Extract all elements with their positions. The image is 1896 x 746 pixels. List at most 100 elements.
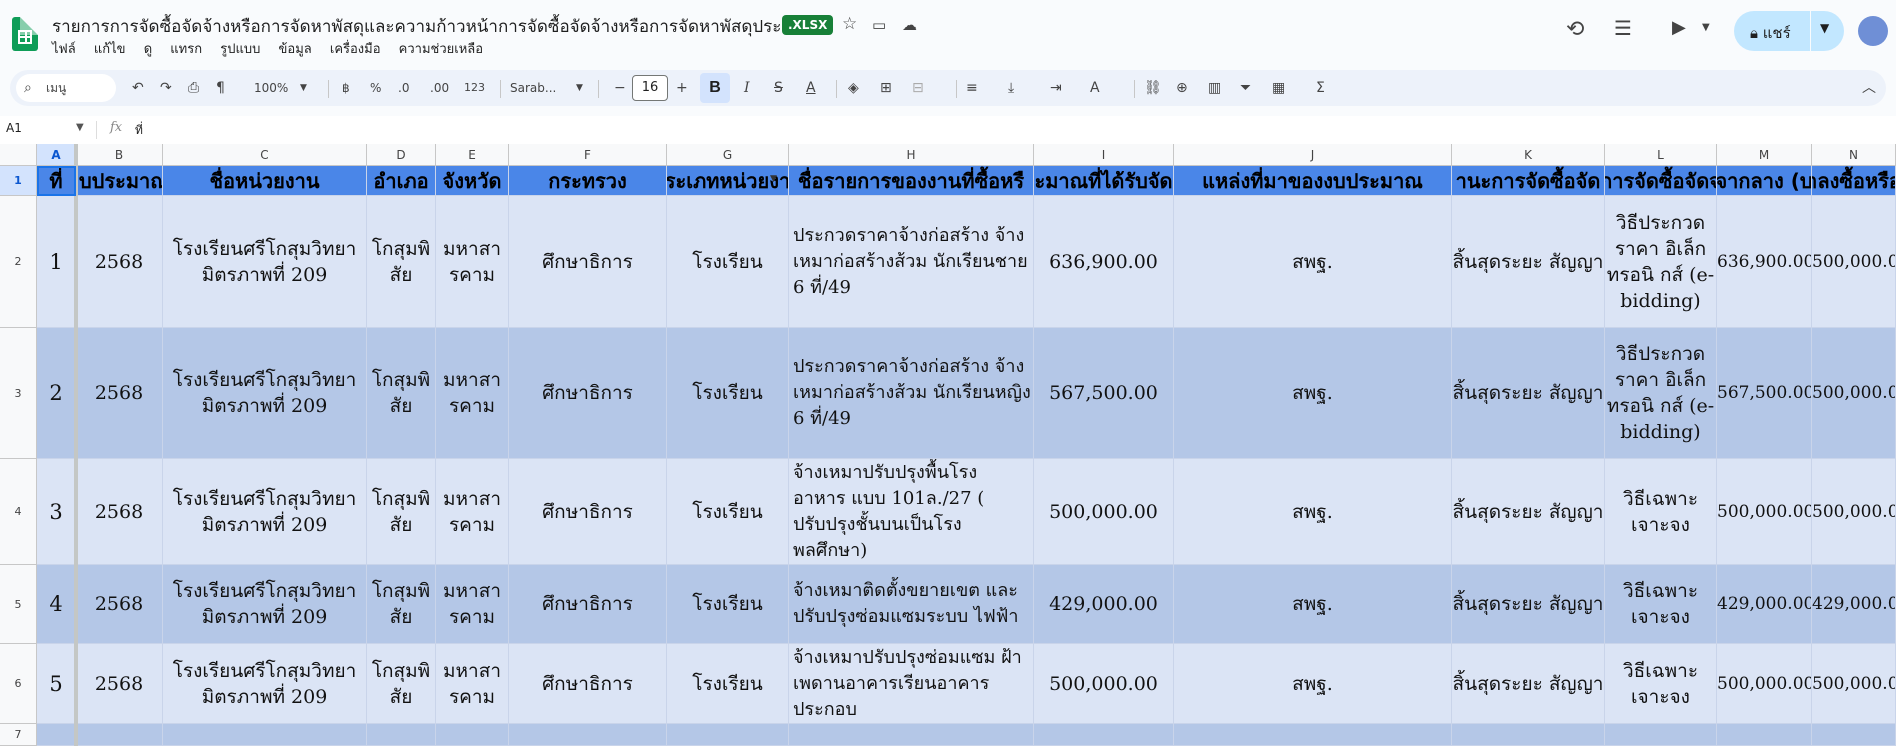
cell-l5[interactable]: วิธีเฉพาะ เจาะจง bbox=[1605, 565, 1717, 644]
select-all-corner[interactable] bbox=[0, 144, 37, 166]
number-format-button[interactable]: 123 bbox=[464, 70, 485, 106]
cloud-status-icon[interactable]: ☁ bbox=[902, 16, 917, 34]
cell-j7[interactable] bbox=[1174, 724, 1452, 746]
cell-h5[interactable]: จ้างเหมาติดตั้งขยายเขต และปรับปรุงซ่อมแซ… bbox=[789, 565, 1034, 644]
cell-d6[interactable]: โกสุมพิ สัย bbox=[367, 644, 436, 724]
cell-b3[interactable]: 2568 bbox=[76, 328, 163, 459]
cell-j2[interactable]: สพฐ. bbox=[1174, 196, 1452, 328]
column-header-a[interactable]: A bbox=[37, 144, 76, 166]
cell-a7[interactable] bbox=[37, 724, 76, 746]
borders-icon[interactable]: ⊞ bbox=[880, 70, 892, 106]
cell-j4[interactable]: สพฐ. bbox=[1174, 459, 1452, 565]
cell-d3[interactable]: โกสุมพิ สัย bbox=[367, 328, 436, 459]
cell-d2[interactable]: โกสุมพิ สัย bbox=[367, 196, 436, 328]
cell-a2[interactable]: 1 bbox=[37, 196, 76, 328]
column-header-b[interactable]: B bbox=[76, 144, 163, 166]
cell-b7[interactable] bbox=[76, 724, 163, 746]
italic-button[interactable]: I bbox=[744, 70, 750, 106]
cell-n3[interactable]: 500,000.0 bbox=[1812, 328, 1896, 459]
header-cell-k[interactable]: านะการจัดซื้อจัด bbox=[1452, 166, 1605, 196]
row-header-7[interactable]: 7 bbox=[0, 724, 37, 746]
header-cell-d[interactable]: อำเภอ bbox=[367, 166, 436, 196]
font-family-select[interactable]: Sarab... bbox=[510, 70, 556, 106]
column-header-l[interactable]: L bbox=[1605, 144, 1717, 166]
cell-b5[interactable]: 2568 bbox=[76, 565, 163, 644]
font-size-input[interactable]: 16 bbox=[632, 75, 668, 101]
cell-i3[interactable]: 567,500.00 bbox=[1034, 328, 1174, 459]
header-cell-l[interactable]: การจัดซื้อจัดจ bbox=[1605, 166, 1717, 196]
decrease-decimal-button[interactable]: .0 bbox=[398, 70, 409, 106]
percent-format-button[interactable]: % bbox=[370, 70, 381, 106]
insert-link-icon[interactable]: ⛓ bbox=[1144, 70, 1162, 106]
cell-e3[interactable]: มหาสา รคาม bbox=[436, 328, 509, 459]
cell-m6[interactable]: 500,000.00 bbox=[1717, 644, 1812, 724]
font-size-decrease-icon[interactable]: − bbox=[614, 70, 626, 106]
cell-m4[interactable]: 500,000.00 bbox=[1717, 459, 1812, 565]
cell-k5[interactable]: สิ้นสุดระยะ สัญญา bbox=[1452, 565, 1605, 644]
cell-b2[interactable]: 2568 bbox=[76, 196, 163, 328]
column-header-e[interactable]: E bbox=[436, 144, 509, 166]
bold-button[interactable]: B bbox=[700, 73, 730, 103]
header-cell-i[interactable]: ะมาณที่ได้รับจัด bbox=[1034, 166, 1174, 196]
column-header-j[interactable]: J bbox=[1174, 144, 1452, 166]
cell-a4[interactable]: 3 bbox=[37, 459, 76, 565]
cell-n2[interactable]: 500,000.0 bbox=[1812, 196, 1896, 328]
fill-color-icon[interactable]: ◈ bbox=[848, 70, 859, 106]
cell-l3[interactable]: วิธีประกวด ราคา อิเล็กทรอนิ กส์ (e-biddi… bbox=[1605, 328, 1717, 459]
cell-f2[interactable]: ศึกษาธิการ bbox=[509, 196, 667, 328]
formula-input[interactable]: ที่ bbox=[135, 121, 143, 140]
name-box-chevron-down-icon[interactable]: ▼ bbox=[76, 122, 84, 133]
cell-m5[interactable]: 429,000.00 bbox=[1717, 565, 1812, 644]
menu-file[interactable]: ไฟล์ bbox=[52, 42, 76, 57]
cell-i5[interactable]: 429,000.00 bbox=[1034, 565, 1174, 644]
row-header-6[interactable]: 6 bbox=[0, 644, 37, 724]
cell-k3[interactable]: สิ้นสุดระยะ สัญญา bbox=[1452, 328, 1605, 459]
cell-c7[interactable] bbox=[163, 724, 367, 746]
cell-d4[interactable]: โกสุมพิ สัย bbox=[367, 459, 436, 565]
column-header-h[interactable]: H bbox=[789, 144, 1034, 166]
comments-icon[interactable]: ☰ bbox=[1614, 16, 1632, 40]
header-cell-f[interactable]: กระทรวง bbox=[509, 166, 667, 196]
cell-f3[interactable]: ศึกษาธิการ bbox=[509, 328, 667, 459]
cell-f5[interactable]: ศึกษาธิการ bbox=[509, 565, 667, 644]
column-header-i[interactable]: I bbox=[1034, 144, 1174, 166]
cell-k7[interactable] bbox=[1452, 724, 1605, 746]
cell-d5[interactable]: โกสุมพิ สัย bbox=[367, 565, 436, 644]
text-rotation-icon[interactable]: A bbox=[1090, 70, 1100, 106]
menu-edit[interactable]: แก้ไข bbox=[94, 42, 126, 57]
menu-data[interactable]: ข้อมูล bbox=[279, 42, 312, 57]
column-header-f[interactable]: F bbox=[509, 144, 667, 166]
currency-format-button[interactable]: ฿ bbox=[342, 70, 350, 106]
column-g-filter-chevron-down-icon[interactable]: ▼ bbox=[770, 174, 777, 184]
cell-g2[interactable]: โรงเรียน bbox=[667, 196, 789, 328]
insert-chart-icon[interactable]: ▥ bbox=[1208, 70, 1221, 106]
menu-insert[interactable]: แทรก bbox=[170, 42, 202, 57]
column-header-n[interactable]: N bbox=[1812, 144, 1896, 166]
cell-n6[interactable]: 500,000.0 bbox=[1812, 644, 1896, 724]
cell-a5[interactable]: 4 bbox=[37, 565, 76, 644]
share-chevron-down-icon[interactable]: ▼ bbox=[1820, 21, 1829, 35]
cell-b6[interactable]: 2568 bbox=[76, 644, 163, 724]
cell-l7[interactable] bbox=[1605, 724, 1717, 746]
cell-g6[interactable]: โรงเรียน bbox=[667, 644, 789, 724]
cell-e4[interactable]: มหาสา รคาม bbox=[436, 459, 509, 565]
cell-h4[interactable]: จ้างเหมาปรับปรุงพื้นโรง อาหาร แบบ 101ล./… bbox=[789, 459, 1034, 565]
cell-h2[interactable]: ประกวดราคาจ้างก่อสร้าง จ้างเหมาก่อสร้างส… bbox=[789, 196, 1034, 328]
header-cell-j[interactable]: แหล่งที่มาของงบประมาณ bbox=[1174, 166, 1452, 196]
strikethrough-icon[interactable]: S bbox=[774, 70, 783, 106]
sheets-logo-icon[interactable] bbox=[12, 17, 38, 51]
header-cell-c[interactable]: ชื่อหน่วยงาน bbox=[163, 166, 367, 196]
row-header-5[interactable]: 5 bbox=[0, 565, 37, 644]
merge-cells-icon[interactable]: ⊟ bbox=[912, 70, 924, 106]
document-title[interactable]: รายการการจัดซื้อจัดจ้างหรือการจัดหาพัสดุ… bbox=[52, 13, 812, 40]
cell-m7[interactable] bbox=[1717, 724, 1812, 746]
cell-k6[interactable]: สิ้นสุดระยะ สัญญา bbox=[1452, 644, 1605, 724]
header-cell-e[interactable]: จังหวัด bbox=[436, 166, 509, 196]
cell-g3[interactable]: โรงเรียน bbox=[667, 328, 789, 459]
cell-i6[interactable]: 500,000.00 bbox=[1034, 644, 1174, 724]
redo-icon[interactable]: ↷ bbox=[160, 70, 172, 106]
cell-n5[interactable]: 429,000.0 bbox=[1812, 565, 1896, 644]
column-header-d[interactable]: D bbox=[367, 144, 436, 166]
cell-k2[interactable]: สิ้นสุดระยะ สัญญา bbox=[1452, 196, 1605, 328]
cell-c3[interactable]: โรงเรียนศรีโกสุมวิทยา มิตรภาพที่ 209 bbox=[163, 328, 367, 459]
